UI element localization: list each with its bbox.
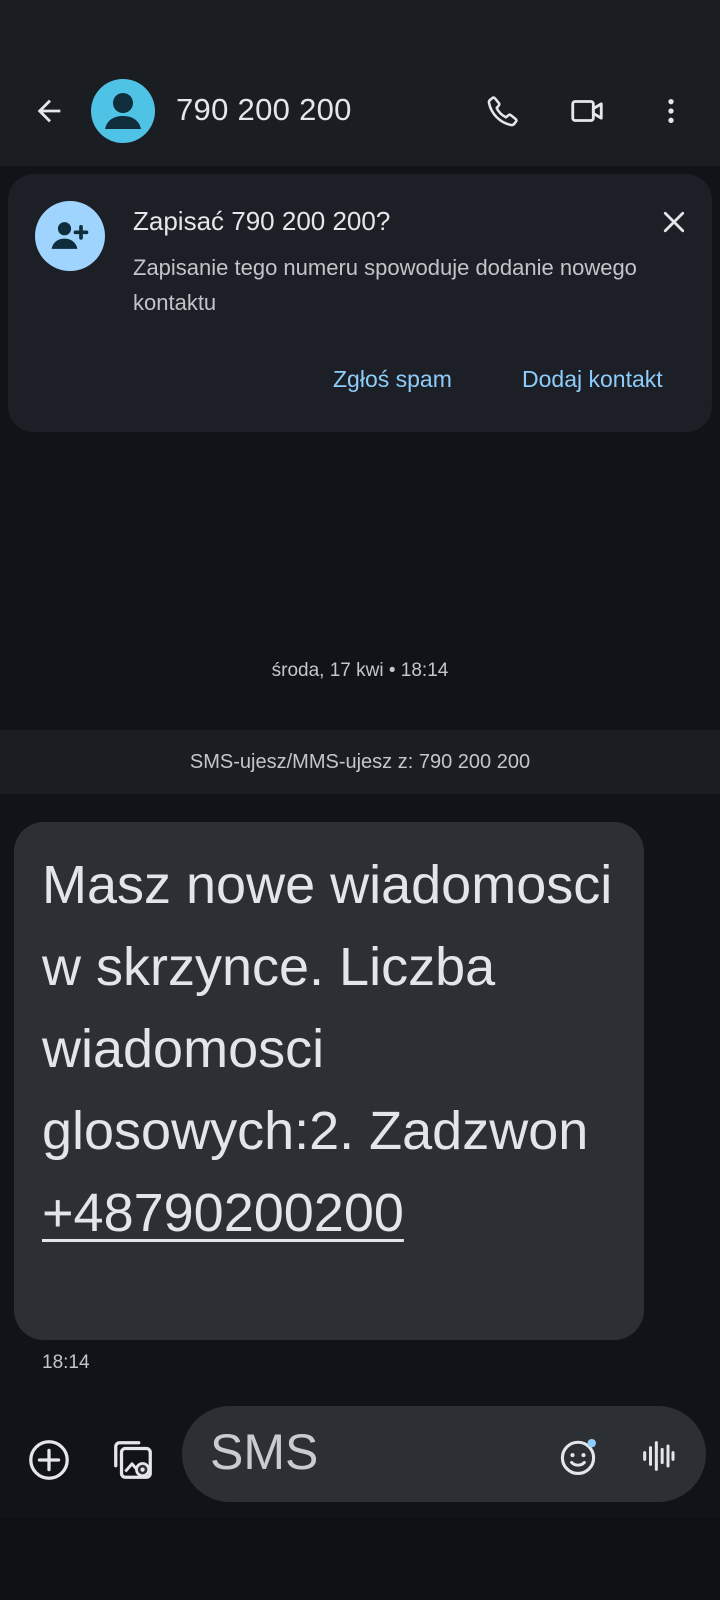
date-separator: środa, 17 kwi • 18:14 — [271, 660, 449, 681]
add-circle-icon — [29, 1440, 69, 1480]
message-text: Masz nowe wiadomosci w skrzynce. Liczba … — [42, 844, 616, 1254]
message-input-pill — [182, 1406, 706, 1502]
sms-input[interactable] — [210, 1422, 530, 1482]
contact-avatar[interactable] — [91, 79, 155, 143]
top-app-bar: 790 200 200 — [0, 56, 720, 166]
dismiss-card-button[interactable] — [652, 200, 696, 244]
call-button[interactable] — [478, 86, 528, 136]
message-timestamp: 18:14 — [42, 1352, 90, 1373]
voice-message-button[interactable] — [630, 1428, 686, 1484]
card-avatar — [35, 201, 105, 271]
save-contact-title: Zapisać 790 200 200? — [133, 206, 391, 236]
phone-icon — [487, 96, 518, 127]
close-icon — [663, 211, 685, 233]
emoji-button[interactable] — [550, 1428, 606, 1484]
gallery-icon — [114, 1441, 152, 1479]
add-contact-button[interactable]: Dodaj kontakt — [522, 366, 663, 393]
conversation-title: 790 200 200 — [176, 92, 352, 127]
video-call-button[interactable] — [562, 86, 612, 136]
arrow-left-icon — [37, 99, 61, 123]
person-icon — [105, 93, 141, 129]
videocam-icon — [571, 100, 603, 122]
add-attachment-button[interactable] — [21, 1432, 77, 1488]
sending-via-banner: SMS-ujesz/MMS-ujesz z: 790 200 200 — [0, 730, 720, 794]
gallery-button[interactable] — [105, 1432, 161, 1488]
back-button[interactable] — [24, 86, 74, 136]
voice-waveform-icon — [643, 1441, 675, 1471]
status-bar — [0, 0, 720, 56]
more-options-button[interactable] — [646, 86, 696, 136]
save-contact-card: Zapisać 790 200 200? Zapisanie tego nume… — [8, 174, 712, 432]
person-add-icon — [51, 222, 89, 249]
message-body: Masz nowe wiadomosci w skrzynce. Liczba … — [42, 855, 613, 1161]
more-vert-icon — [668, 99, 674, 123]
report-spam-button[interactable]: Zgłoś spam — [333, 366, 452, 393]
phone-number-link[interactable]: +48790200200 — [42, 1183, 404, 1243]
save-contact-description: Zapisanie tego numeru spowoduje dodanie … — [133, 255, 637, 315]
emoji-icon — [560, 1438, 596, 1475]
navigation-bar — [0, 1518, 720, 1600]
message-bubble[interactable]: Masz nowe wiadomosci w skrzynce. Liczba … — [14, 822, 644, 1340]
message-composer — [0, 1398, 720, 1518]
